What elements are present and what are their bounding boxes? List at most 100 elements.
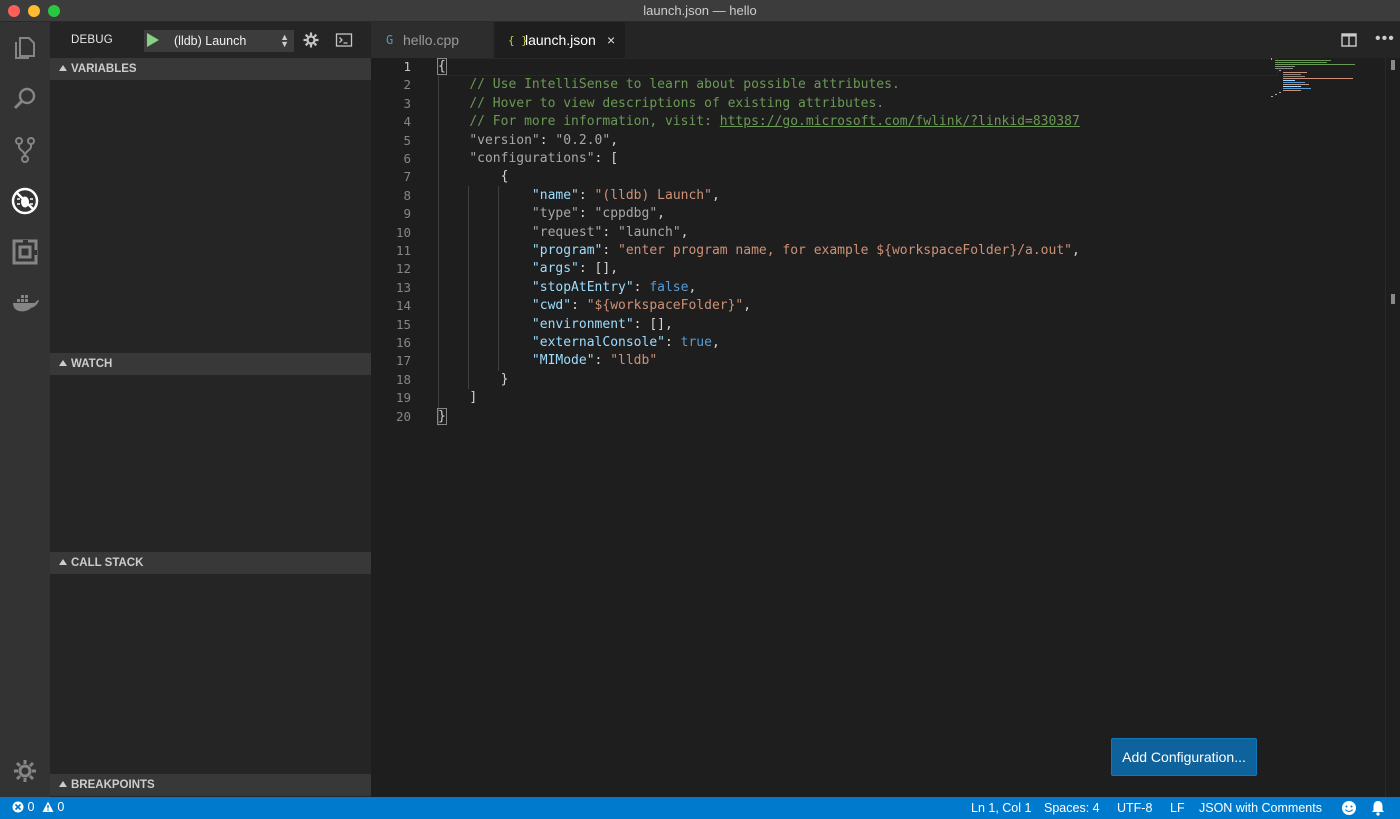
end-of-line[interactable]: LF bbox=[1170, 801, 1185, 815]
more-actions-icon[interactable]: ••• bbox=[1375, 30, 1395, 48]
json-key: "program" bbox=[531, 243, 603, 258]
debug-toolbar: DEBUG (lldb) Launch ▲ ▼ bbox=[50, 22, 371, 58]
code-line: { bbox=[437, 58, 447, 76]
docker-icon[interactable] bbox=[0, 278, 50, 328]
cursor-position[interactable]: Ln 1, Col 1 bbox=[971, 801, 1031, 815]
launch-configuration-label: (lldb) Launch bbox=[174, 34, 247, 48]
tab-label: hello.cpp bbox=[403, 32, 460, 48]
scrollbar-cursor-marker bbox=[1391, 60, 1395, 70]
line-number: 4 bbox=[403, 114, 411, 130]
json-value: false bbox=[649, 279, 689, 295]
json-key: "version" bbox=[469, 132, 540, 148]
problems-indicator[interactable]: 0 0 bbox=[12, 800, 64, 814]
line-number: 2 bbox=[403, 77, 411, 93]
line-number: 9 bbox=[403, 206, 411, 222]
json-key: "MIMode" bbox=[531, 353, 595, 369]
code-line: // Hover to view descriptions of existin… bbox=[438, 95, 884, 113]
tab-label: launch.json bbox=[525, 32, 596, 48]
breakpoints-section-header[interactable]: BREAKPOINTS bbox=[50, 774, 371, 796]
editor-tabs-bar: G hello.cpp { } launch.json × ••• bbox=[371, 22, 1400, 58]
debug-title: DEBUG bbox=[71, 34, 113, 46]
comment: // For more information, visit: bbox=[469, 114, 720, 130]
split-editor-icon[interactable] bbox=[1341, 33, 1357, 47]
code-line: "configurations": [ bbox=[469, 151, 619, 166]
json-key: "stopAtEntry" bbox=[531, 279, 634, 295]
debug-icon[interactable] bbox=[0, 176, 50, 226]
notifications-bell-icon[interactable] bbox=[1371, 800, 1385, 816]
json-key: "args" bbox=[531, 261, 579, 277]
code-line: // Use IntelliSense to learn about possi… bbox=[438, 76, 899, 94]
source-control-icon[interactable] bbox=[0, 125, 50, 175]
json-key: "configurations" bbox=[469, 151, 595, 166]
line-number: 19 bbox=[395, 390, 411, 406]
cpp-file-icon: G bbox=[386, 33, 394, 47]
json-key: "cwd" bbox=[531, 298, 572, 314]
line-number: 11 bbox=[395, 243, 411, 258]
expanded-triangle-icon bbox=[59, 781, 67, 787]
json-value: true bbox=[680, 335, 712, 350]
matched-bracket: { bbox=[437, 58, 447, 75]
line-number: 17 bbox=[395, 353, 411, 369]
minimap[interactable] bbox=[1271, 58, 1386, 118]
matched-bracket: } bbox=[437, 407, 447, 425]
scrollbar-marker bbox=[1391, 294, 1395, 304]
json-value: "enter program name, for example ${works… bbox=[618, 243, 1072, 258]
add-configuration-button[interactable]: Add Configuration... bbox=[1111, 738, 1257, 776]
json-value: "(lldb) Launch" bbox=[594, 187, 712, 203]
explorer-icon[interactable] bbox=[0, 23, 50, 73]
debug-sidebar: DEBUG (lldb) Launch ▲ ▼ VARIABLES WATCH C… bbox=[50, 22, 371, 797]
line-number: 8 bbox=[403, 187, 411, 203]
window-title: launch.json — hello bbox=[643, 3, 757, 18]
launch-configuration-select[interactable]: (lldb) Launch ▲ ▼ bbox=[144, 30, 294, 52]
code-line: "name": "(lldb) Launch", bbox=[531, 187, 720, 203]
call-stack-section-header[interactable]: CALL STACK bbox=[50, 552, 371, 574]
indentation-setting[interactable]: Spaces: 4 bbox=[1044, 801, 1100, 815]
tab-launch-json[interactable]: { } launch.json × bbox=[495, 22, 625, 58]
json-key: "request" bbox=[531, 224, 603, 240]
docs-link[interactable]: https://go.microsoft.com/fwlink/?linkid=… bbox=[720, 114, 1080, 129]
line-number: 6 bbox=[403, 151, 411, 166]
code-line: "version": "0.2.0", bbox=[469, 132, 619, 148]
code-line: } bbox=[437, 407, 447, 426]
line-number: 13 bbox=[395, 279, 411, 295]
debug-console-icon[interactable] bbox=[335, 32, 353, 48]
code-line: "environment": [], bbox=[531, 316, 673, 332]
close-tab-icon[interactable]: × bbox=[607, 32, 615, 48]
line-number: 7 bbox=[403, 169, 411, 185]
json-key: "type" bbox=[531, 206, 579, 222]
tab-hello-cpp[interactable]: G hello.cpp bbox=[371, 22, 493, 58]
comment: // Hover to view descriptions of existin… bbox=[469, 95, 885, 111]
line-number: 5 bbox=[403, 132, 411, 148]
start-debugging-icon[interactable] bbox=[146, 32, 160, 48]
json-key: "externalConsole" bbox=[531, 335, 665, 350]
warning-count: 0 bbox=[57, 800, 65, 814]
manage-gear-icon[interactable] bbox=[0, 746, 50, 796]
watch-section-header[interactable]: WATCH bbox=[50, 353, 371, 375]
line-number: 15 bbox=[395, 316, 411, 332]
code-line: } bbox=[500, 371, 509, 387]
file-encoding[interactable]: UTF-8 bbox=[1117, 801, 1152, 815]
editor-scrollbar[interactable] bbox=[1385, 58, 1399, 797]
json-value: "0.2.0" bbox=[555, 132, 611, 148]
expanded-triangle-icon bbox=[59, 559, 67, 565]
language-mode[interactable]: JSON with Comments bbox=[1199, 801, 1322, 815]
search-icon[interactable] bbox=[0, 74, 50, 124]
code-line: "request": "launch", bbox=[531, 224, 689, 240]
feedback-smiley-icon[interactable] bbox=[1341, 800, 1357, 816]
code-line: "externalConsole": true, bbox=[531, 335, 720, 350]
line-number: 20 bbox=[395, 408, 411, 424]
configure-gear-icon[interactable] bbox=[302, 31, 320, 49]
json-value: "cppdbg" bbox=[594, 206, 658, 222]
expanded-triangle-icon bbox=[59, 65, 67, 71]
code-editor[interactable]: 1 2 3 4 5 6 7 8 9 10 11 12 13 14 15 16 1… bbox=[371, 58, 1400, 797]
json-value: "launch" bbox=[618, 224, 681, 240]
json-value: [] bbox=[649, 316, 665, 332]
warning-icon bbox=[42, 801, 54, 812]
variables-section-header[interactable]: VARIABLES bbox=[50, 58, 371, 80]
extensions-icon[interactable] bbox=[0, 227, 50, 277]
line-number: 1 bbox=[403, 59, 411, 74]
code-line: "stopAtEntry": false, bbox=[531, 279, 697, 295]
select-arrows-icon: ▲ ▼ bbox=[280, 32, 289, 49]
code-line: { bbox=[500, 169, 509, 185]
line-number: 12 bbox=[395, 261, 411, 277]
